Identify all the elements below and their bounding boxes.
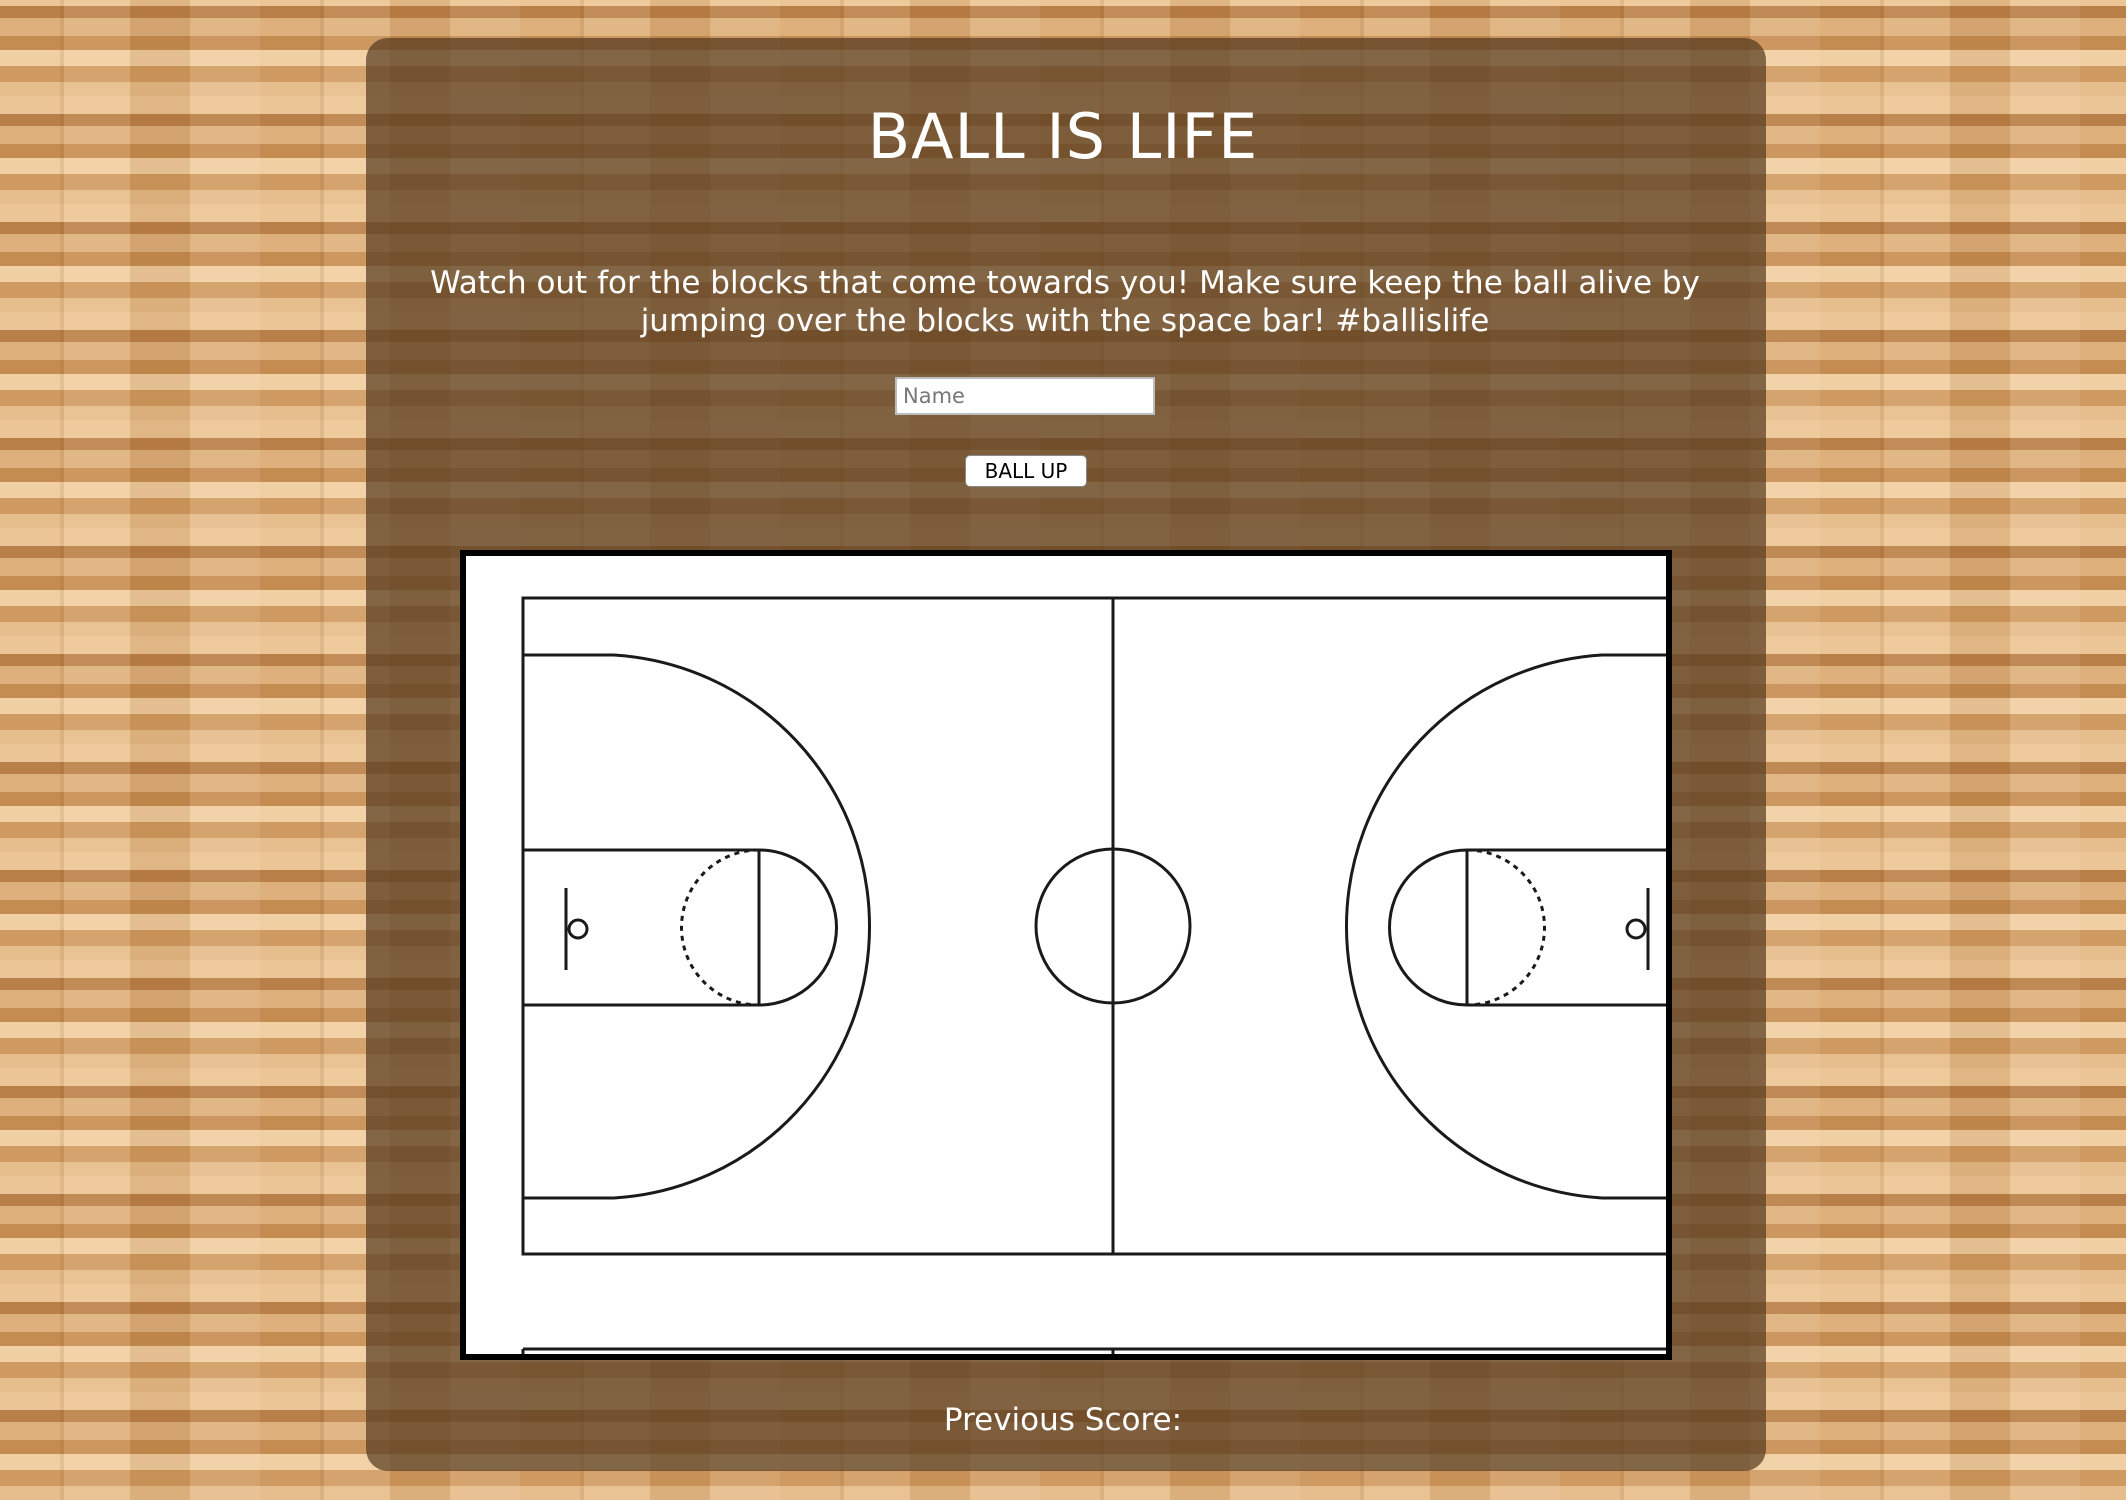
- previous-score-label: Previous Score:: [943, 1402, 1183, 1438]
- right-rim: [1625, 918, 1647, 940]
- left-rim: [567, 918, 589, 940]
- court-boundary: [521, 596, 1666, 1256]
- game-instructions: Watch out for the blocks that come towar…: [430, 265, 1700, 339]
- right-free-throw-arc: [1388, 848, 1468, 1007]
- page-title: BALL IS LIFE: [867, 100, 1259, 173]
- right-three-point-line: [1344, 653, 1666, 1200]
- left-key: [521, 848, 761, 1007]
- name-input[interactable]: [895, 377, 1155, 415]
- left-free-throw-arc: [758, 848, 838, 1007]
- basketball-court-illustration: [521, 596, 1666, 1354]
- right-key: [1465, 848, 1666, 1007]
- game-canvas[interactable]: [460, 550, 1672, 1360]
- left-free-throw-arc-dashed: [680, 848, 760, 1007]
- left-three-point-line: [523, 653, 872, 1200]
- previous-score: Previous Score:: [0, 1398, 2126, 1442]
- right-free-throw-arc-dashed: [1466, 848, 1546, 1007]
- ball-up-button[interactable]: BALL UP: [965, 455, 1087, 487]
